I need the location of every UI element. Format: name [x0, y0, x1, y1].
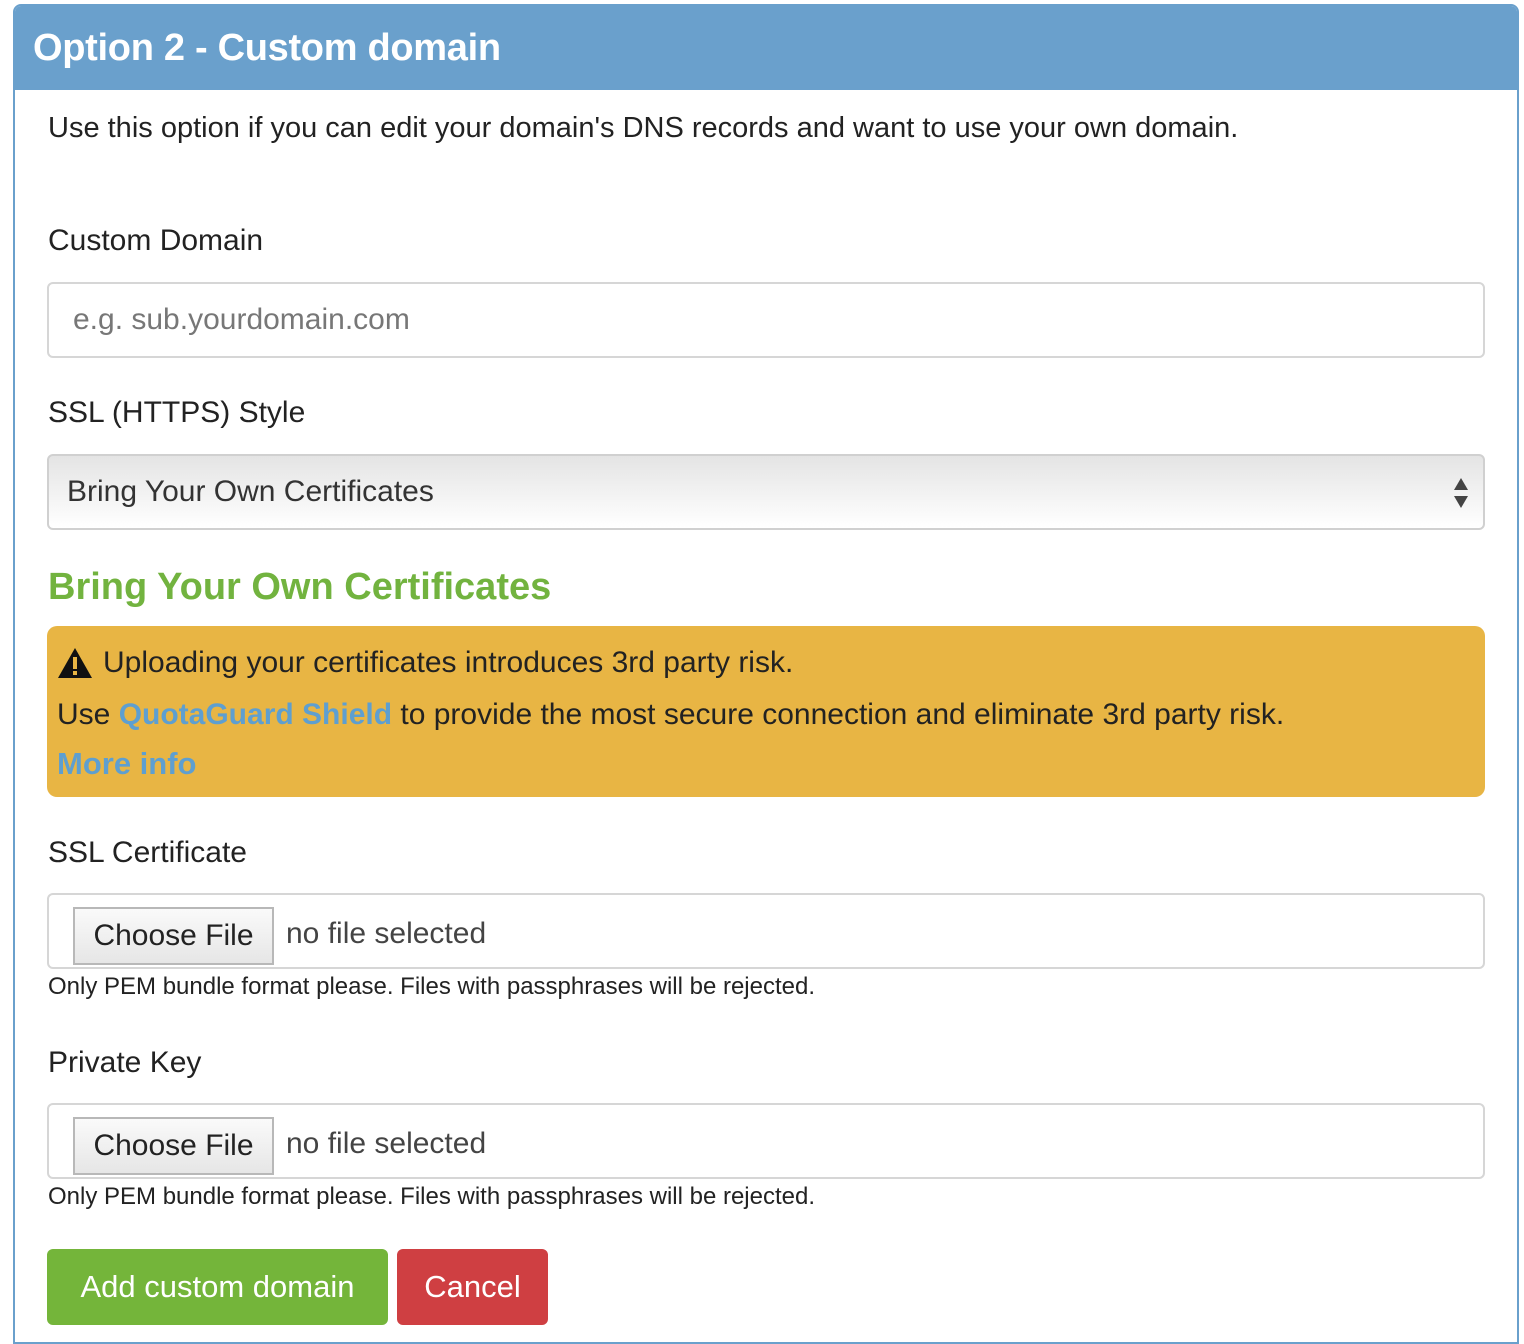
- intro-text: Use this option if you can edit your dom…: [48, 112, 1239, 144]
- select-arrows-icon: [1454, 478, 1468, 508]
- ssl-certificate-help-text: Only PEM bundle format please. Files wit…: [48, 973, 816, 1000]
- ssl-certificate-file-input: Choose File no file selected: [47, 893, 1485, 969]
- custom-domain-panel: Option 2 - Custom domain Use this option…: [13, 4, 1519, 1344]
- warning-line-2-prefix: Use: [57, 698, 119, 731]
- warning-line-2-suffix: to provide the most secure connection an…: [392, 698, 1285, 731]
- custom-domain-placeholder: e.g. sub.yourdomain.com: [73, 303, 410, 336]
- warning-message: Uploading your certificates introduces 3…: [103, 646, 794, 679]
- ssl-style-selected-value: Bring Your Own Certificates: [67, 475, 434, 508]
- ssl-style-label: SSL (HTTPS) Style: [48, 396, 306, 429]
- private-key-file-status: no file selected: [286, 1127, 487, 1160]
- more-info-link[interactable]: More info: [57, 746, 197, 782]
- add-custom-domain-button[interactable]: Add custom domain: [47, 1249, 388, 1325]
- warning-line-2: Use QuotaGuard Shield to provide the mos…: [57, 698, 1284, 732]
- private-key-help-text: Only PEM bundle format please. Files wit…: [48, 1183, 816, 1210]
- warning-line-1: Uploading your certificates introduces 3…: [57, 646, 793, 680]
- private-key-choose-file-button[interactable]: Choose File: [73, 1117, 274, 1175]
- private-key-label: Private Key: [48, 1046, 202, 1079]
- private-key-file-input: Choose File no file selected: [47, 1103, 1485, 1179]
- ssl-certificate-choose-file-button[interactable]: Choose File: [73, 907, 274, 965]
- ssl-style-select[interactable]: Bring Your Own Certificates: [47, 454, 1485, 530]
- custom-domain-input[interactable]: e.g. sub.yourdomain.com: [47, 282, 1485, 358]
- warning-triangle-icon: [58, 648, 92, 678]
- byoc-section-title: Bring Your Own Certificates: [48, 566, 552, 608]
- custom-domain-label: Custom Domain: [48, 224, 264, 257]
- ssl-certificate-file-status: no file selected: [286, 917, 487, 950]
- cancel-button[interactable]: Cancel: [397, 1249, 548, 1325]
- ssl-certificate-label: SSL Certificate: [48, 836, 247, 869]
- quotaguard-shield-link[interactable]: QuotaGuard Shield: [119, 698, 392, 731]
- panel-title: Option 2 - Custom domain: [15, 6, 1517, 90]
- third-party-risk-warning: Uploading your certificates introduces 3…: [47, 626, 1485, 797]
